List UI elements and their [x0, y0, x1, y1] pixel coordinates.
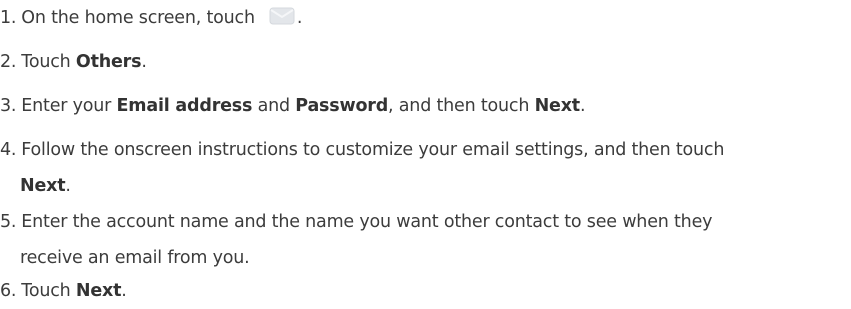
step-end-punct: .	[121, 281, 127, 301]
step-number: 2.	[0, 52, 17, 72]
step-5: 5. Enter the account name and the name yo…	[0, 204, 712, 240]
step-end-punct: .	[65, 176, 71, 196]
step-5-continuation: receive an email from you.	[20, 240, 250, 276]
step-4: 4. Follow the onscreen instructions to cu…	[0, 132, 724, 168]
step-bold-next: Next	[534, 96, 581, 116]
step-4-continuation: Next.	[20, 168, 71, 204]
step-text: Touch	[21, 52, 76, 72]
step-bold-next: Next	[20, 176, 66, 196]
step-number: 3.	[0, 96, 17, 116]
step-2: 2. Touch Others.	[0, 44, 147, 80]
step-text: Follow the onscreen instructions to cust…	[21, 140, 725, 160]
step-number: 4.	[0, 140, 17, 160]
step-text: On the home screen, touch	[21, 8, 255, 28]
step-bold-others: Others	[75, 52, 142, 72]
step-text: , and then touch	[388, 96, 535, 116]
step-6: 6. Touch Next.	[0, 273, 127, 309]
step-text: receive an email from you.	[20, 248, 250, 268]
step-end-punct: .	[579, 96, 586, 116]
step-bold-password: Password	[295, 96, 389, 116]
step-number: 6.	[0, 281, 17, 301]
step-text: and	[252, 96, 296, 116]
step-bold-email-address: Email address	[116, 96, 253, 116]
step-number: 5.	[0, 212, 17, 232]
step-end-punct: .	[141, 52, 147, 72]
step-end-punct: .	[296, 8, 303, 28]
step-number: 1.	[0, 8, 17, 28]
step-text: Enter the account name and the name you …	[21, 212, 713, 232]
step-text: Enter your	[21, 96, 117, 116]
step-3: 3. Enter your Email address and Password,…	[0, 88, 586, 124]
mail-icon	[269, 6, 295, 26]
step-1: 1. On the home screen, touch.	[0, 0, 302, 36]
step-text: Touch	[21, 281, 76, 301]
step-bold-next: Next	[75, 281, 122, 301]
